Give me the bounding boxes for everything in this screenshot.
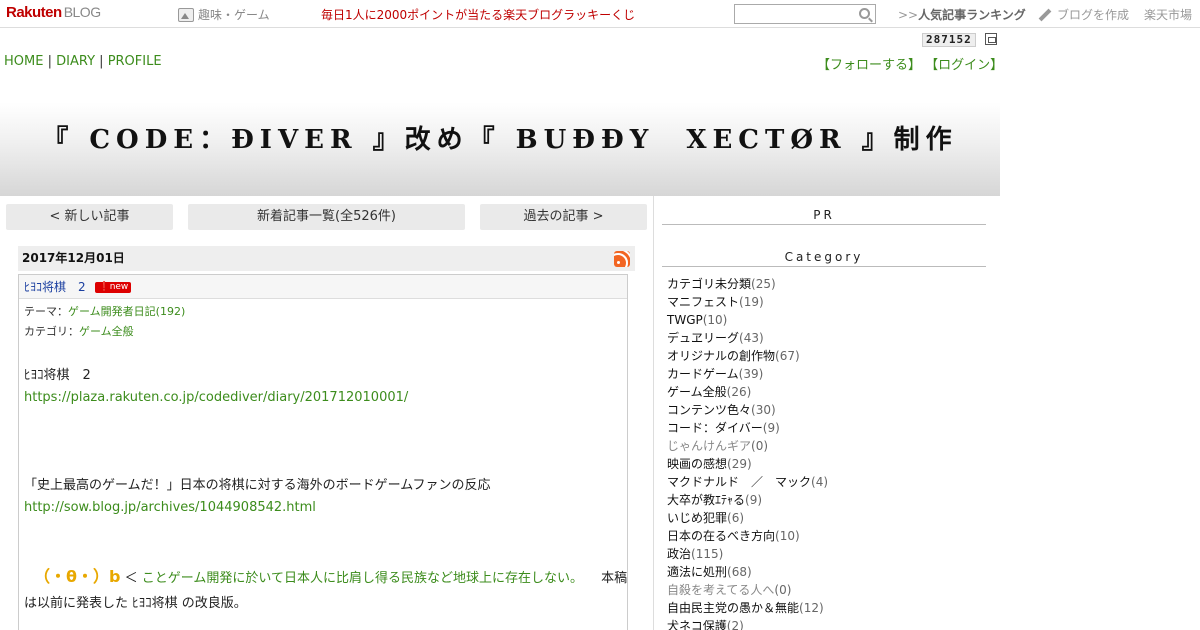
older-post-button[interactable]: 過去の記事 >: [480, 204, 647, 230]
category-item[interactable]: 自由民主党の愚か＆無能(12): [667, 599, 828, 617]
category-item[interactable]: マクドナルド ／ マック(4): [667, 473, 828, 491]
post-list-button[interactable]: 新着記事一覧(全526件): [188, 204, 465, 230]
article-category: カテゴリ：ゲーム全般: [24, 325, 134, 338]
search-icon[interactable]: [859, 8, 870, 19]
category-item[interactable]: 適法に処刑(68): [667, 563, 828, 581]
category-item[interactable]: カテゴリ未分類(25): [667, 275, 828, 293]
access-counter: 287152: [922, 33, 976, 47]
category-item[interactable]: 大卒が教ｴﾃｬる(9): [667, 491, 828, 509]
category-item[interactable]: ゲーム全般(26): [667, 383, 828, 401]
newer-post-button[interactable]: < 新しい記事: [6, 204, 173, 230]
article-header: ﾋﾖｺ将棋 2 ❗new: [19, 275, 627, 299]
ranking-link[interactable]: >>人気記事ランキング: [898, 6, 1026, 23]
category-item[interactable]: 映画の感想(29): [667, 455, 828, 473]
genre-link[interactable]: 趣味・ゲーム: [178, 6, 270, 23]
post-date: 2017年12月01日: [18, 246, 635, 271]
rakuten-blog-logo[interactable]: Rakuten BLOG: [6, 4, 101, 21]
theme-link[interactable]: ゲーム開発者日記(192): [68, 305, 185, 318]
category-item[interactable]: 犬ネコ保護(2): [667, 617, 828, 630]
new-badge: ❗new: [95, 282, 132, 293]
counter-info-icon[interactable]: [985, 33, 997, 45]
rakuten-market-link[interactable]: 楽天市場: [1144, 6, 1192, 23]
blog-title[interactable]: 『 CODE：ĐIVER 』改め『 BUĐĐY XECTØR 』制作: [0, 119, 1000, 156]
category-item[interactable]: コード：ダイバー(9): [667, 419, 828, 437]
category-link[interactable]: ゲーム全般: [79, 325, 134, 338]
account-links: 【フォローする】 【ログイン】: [817, 54, 1003, 73]
category-item[interactable]: TWGP(10): [667, 311, 828, 329]
body-link-1[interactable]: https://plaza.rakuten.co.jp/codediver/di…: [24, 390, 408, 405]
category-item[interactable]: 日本の在るべき方向(10): [667, 527, 828, 545]
category-heading: Category: [662, 247, 986, 267]
pr-heading: PR: [662, 205, 986, 225]
body-quote: （・θ・）b ＜ ことゲーム開発に於いて日本人に比肩し得る民族など地球上に存在し…: [34, 567, 628, 586]
main-column: < 新しい記事 新着記事一覧(全526件) 過去の記事 > 2017年12月01…: [0, 196, 654, 630]
search-input[interactable]: [735, 5, 853, 23]
category-item[interactable]: マニフェスト(19): [667, 293, 828, 311]
article-title[interactable]: ﾋﾖｺ将棋 2: [24, 280, 86, 294]
body-line: ﾋﾖｺ将棋 2: [24, 368, 91, 383]
follow-link[interactable]: 【フォローする】: [817, 58, 921, 73]
search-box: [734, 4, 876, 24]
nav-home[interactable]: HOME: [4, 54, 43, 69]
category-item[interactable]: コンテンツ色々(30): [667, 401, 828, 419]
category-item[interactable]: じゃんけんギア(0): [667, 437, 828, 455]
body-link-2[interactable]: http://sow.blog.jp/archives/1044908542.h…: [24, 500, 316, 515]
image-icon: [178, 7, 194, 22]
body-line: 「史上最高のゲームだ！」日本の将棋に対する海外のボードゲームファンの反応: [24, 478, 491, 493]
create-blog-link[interactable]: ブログを作成: [1038, 6, 1129, 23]
genre-label: 趣味・ゲーム: [198, 8, 270, 22]
article: ﾋﾖｺ将棋 2 ❗new テーマ：ゲーム開発者日記(192) カテゴリ：ゲーム全…: [18, 274, 628, 630]
category-item[interactable]: オリジナルの創作物(67): [667, 347, 828, 365]
category-item[interactable]: デュヱリーグ(43): [667, 329, 828, 347]
article-theme: テーマ：ゲーム開発者日記(192): [24, 305, 186, 318]
category-item[interactable]: 自殺を考えてる人へ(0): [667, 581, 828, 599]
blog-nav: HOME | DIARY | PROFILE: [4, 54, 162, 69]
nav-profile[interactable]: PROFILE: [108, 54, 162, 69]
category-item[interactable]: カードゲーム(39): [667, 365, 828, 383]
nav-diary[interactable]: DIARY: [56, 54, 95, 69]
body-line: は以前に発表した ﾋﾖｺ将棋 の改良版。: [24, 596, 247, 611]
category-item[interactable]: いじめ犯罪(6): [667, 509, 828, 527]
category-list: カテゴリ未分類(25) マニフェスト(19) TWGP(10) デュヱリーグ(4…: [667, 275, 828, 630]
blog-banner: 『 CODE：ĐIVER 』改め『 BUĐĐY XECTØR 』制作: [0, 76, 1000, 196]
lottery-link[interactable]: 毎日1人に2000ポイントが当たる楽天ブログラッキーくじ: [321, 6, 635, 23]
rss-icon[interactable]: [614, 251, 630, 267]
pencil-icon: [1038, 8, 1052, 21]
category-item[interactable]: 政治(115): [667, 545, 828, 563]
login-link[interactable]: 【ログイン】: [925, 58, 1003, 73]
top-bar: Rakuten BLOG 趣味・ゲーム 毎日1人に2000ポイントが当たる楽天ブロ…: [0, 0, 1200, 28]
